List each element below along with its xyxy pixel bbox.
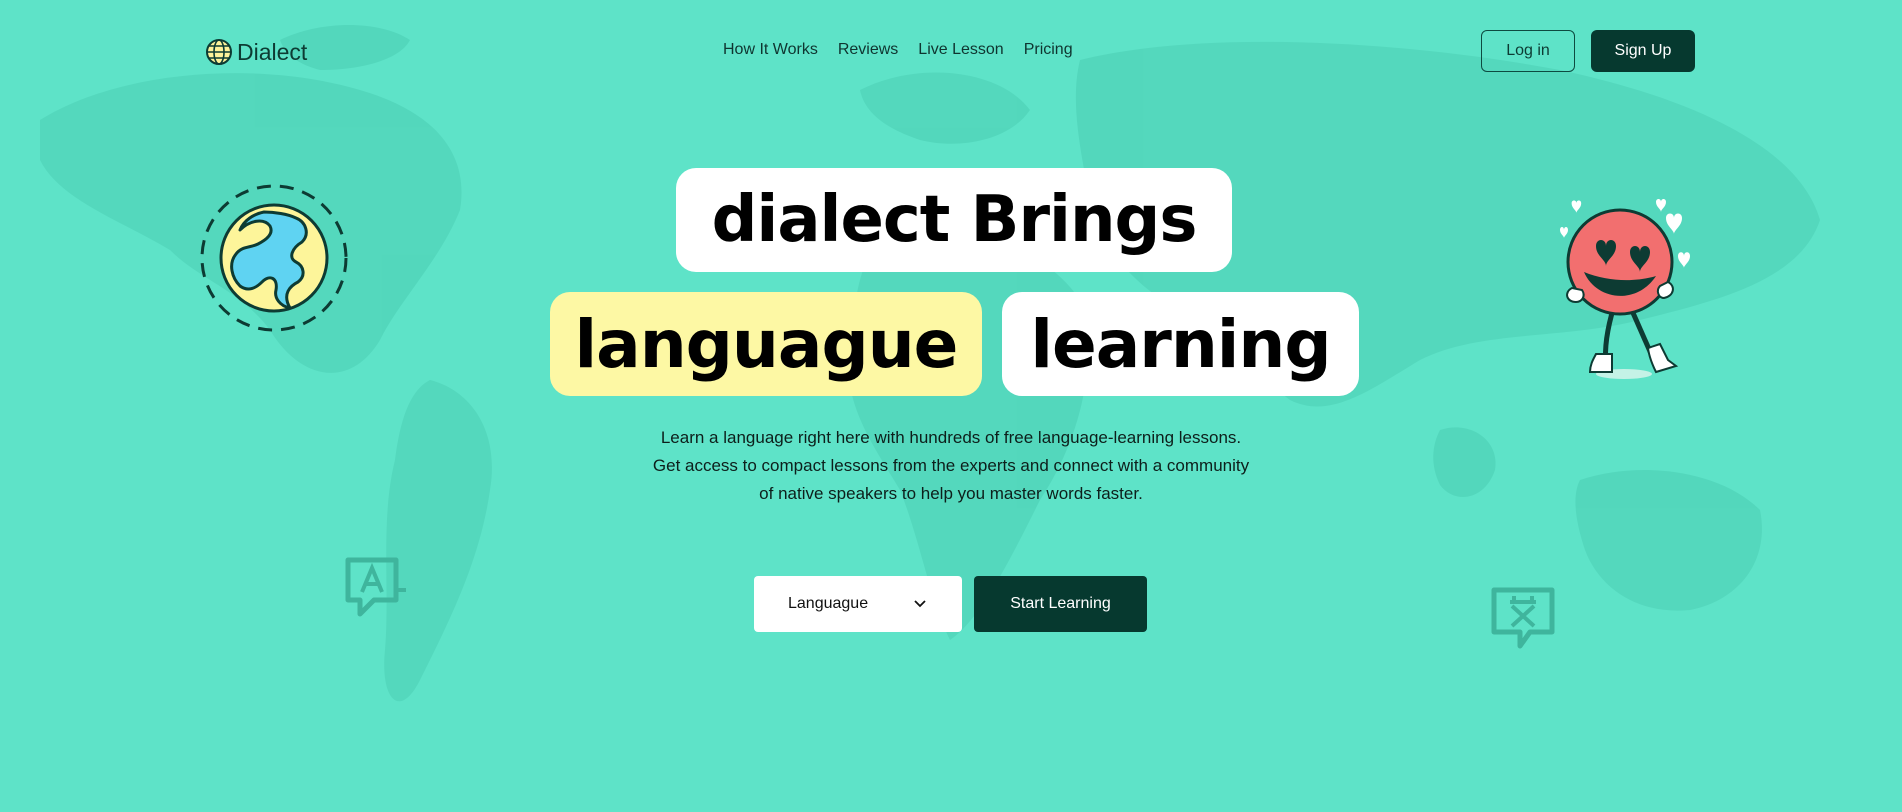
description-line: of native speakers to help you master wo… bbox=[759, 484, 1143, 503]
login-button[interactable]: Log in bbox=[1481, 30, 1575, 72]
globe-icon bbox=[206, 39, 232, 65]
hero-description: Learn a language right here with hundred… bbox=[560, 424, 1342, 508]
brand-logo[interactable]: Dialect bbox=[205, 38, 307, 66]
start-learning-button[interactable]: Start Learning bbox=[974, 576, 1147, 632]
signup-button[interactable]: Sign Up bbox=[1591, 30, 1695, 72]
headline-plain-word: learning bbox=[1002, 292, 1359, 396]
happy-character-illustration bbox=[1560, 199, 1690, 379]
nav-pricing[interactable]: Pricing bbox=[1024, 41, 1073, 59]
nav-live-lesson[interactable]: Live Lesson bbox=[918, 41, 1003, 59]
main-nav: How It Works Reviews Live Lesson Pricing bbox=[723, 41, 1073, 59]
globe-illustration bbox=[200, 184, 348, 332]
language-select[interactable]: Languague bbox=[754, 576, 962, 632]
chevron-down-icon bbox=[914, 600, 926, 608]
headline-highlight-word: languague bbox=[550, 292, 982, 396]
brand-name: Dialect bbox=[237, 38, 308, 65]
description-line: Get access to compact lessons from the e… bbox=[652, 456, 1250, 475]
world-map-background bbox=[40, 25, 1820, 702]
translate-a-icon bbox=[345, 557, 406, 617]
translate-x-icon bbox=[1491, 587, 1555, 649]
nav-how-it-works[interactable]: How It Works bbox=[723, 41, 818, 59]
headline-line-1: dialect Brings bbox=[676, 168, 1232, 272]
language-select-value: Languague bbox=[788, 595, 869, 612]
nav-reviews[interactable]: Reviews bbox=[838, 41, 898, 59]
description-line: Learn a language right here with hundred… bbox=[660, 428, 1242, 447]
